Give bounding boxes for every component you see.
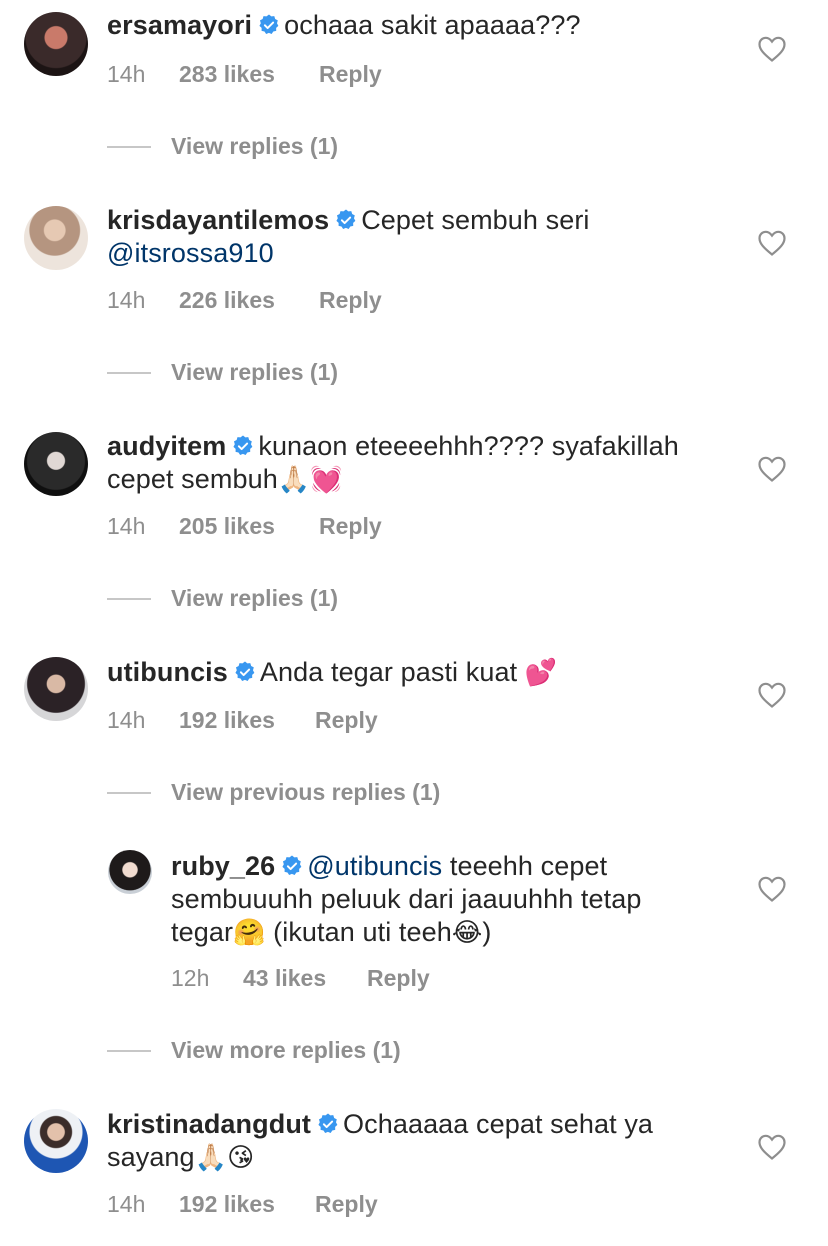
reply-button[interactable]: Reply <box>315 1191 378 1218</box>
reply-button[interactable]: Reply <box>315 707 378 734</box>
comment-meta: 14h 192 likes Reply <box>107 707 378 734</box>
view-replies-label: View replies (1) <box>171 133 339 159</box>
comment-meta: 14h 283 likes Reply <box>107 61 382 88</box>
avatar[interactable] <box>24 657 88 721</box>
heart-icon[interactable] <box>758 1134 786 1160</box>
view-replies-label: View more replies (1) <box>171 1037 401 1063</box>
comment-meta: 14h 205 likes Reply <box>107 513 382 540</box>
username[interactable]: ruby_26 <box>171 851 275 881</box>
timestamp: 14h <box>107 61 146 87</box>
timestamp: 12h <box>171 965 210 991</box>
likes-count[interactable]: 192 likes <box>179 1191 315 1218</box>
comment-text: Cepet sembuh seri <box>361 205 590 235</box>
reply-text-b: sembuuuhh peluuk dari jaauuhhh tetap <box>171 884 642 914</box>
comment-text: ochaaa sakit apaaaa??? <box>284 10 581 40</box>
avatar[interactable] <box>24 12 88 76</box>
timestamp: 14h <box>107 1191 146 1217</box>
username[interactable]: krisdayantilemos <box>107 205 329 235</box>
likes-count[interactable]: 283 likes <box>179 61 319 88</box>
view-previous-replies-button[interactable]: View previous replies (1) <box>107 779 440 806</box>
comment-text-line1: Ochaaaaa cepat sehat ya <box>343 1109 654 1139</box>
view-replies-button[interactable]: View replies (1) <box>107 133 338 160</box>
likes-count[interactable]: 205 likes <box>179 513 319 540</box>
reply-body: ruby_26 @utibuncis teeehh cepet sembuuuhh… <box>171 850 731 950</box>
divider <box>107 791 151 794</box>
username[interactable]: utibuncis <box>107 657 228 687</box>
timestamp: 14h <box>107 513 146 539</box>
comment-text: Anda tegar pasti kuat <box>259 657 518 687</box>
reply-text-c1: tegar <box>171 917 234 947</box>
view-replies-button[interactable]: View replies (1) <box>107 359 338 386</box>
avatar[interactable] <box>24 1109 88 1173</box>
avatar[interactable] <box>24 432 88 496</box>
timestamp: 14h <box>107 707 146 733</box>
heart-icon[interactable] <box>758 456 786 482</box>
likes-count[interactable]: 192 likes <box>179 707 315 734</box>
reply-button[interactable]: Reply <box>319 61 382 88</box>
reply-text-c3: ) <box>482 917 492 947</box>
view-replies-label: View replies (1) <box>171 359 339 385</box>
avatar[interactable] <box>108 850 152 894</box>
comment-text-line2: cepet sembuh <box>107 464 278 494</box>
comment-body: audyitem kunaon eteeeehhh???? syafakillah… <box>107 430 727 497</box>
view-more-replies-button[interactable]: View more replies (1) <box>107 1037 401 1064</box>
reply-button[interactable]: Reply <box>319 287 382 314</box>
reply-button[interactable]: Reply <box>319 513 382 540</box>
verified-icon <box>258 14 280 36</box>
divider <box>107 371 151 374</box>
mention-link[interactable]: @itsrossa910 <box>107 238 274 268</box>
laughing-emoji: 😂 <box>451 918 483 948</box>
reply-meta: 12h 43 likes Reply <box>171 965 430 992</box>
username[interactable]: ersamayori <box>107 10 252 40</box>
view-replies-label: View previous replies (1) <box>171 779 441 805</box>
verified-icon <box>234 661 256 683</box>
likes-count[interactable]: 43 likes <box>243 965 367 992</box>
emoji-prayer-heart: 🙏🏻💓 <box>277 465 343 495</box>
comment-body: ersamayori ochaaa sakit apaaaa??? <box>107 9 727 42</box>
reply-text-c2: (ikutan uti teeh <box>265 917 452 947</box>
username[interactable]: audyitem <box>107 431 226 461</box>
view-replies-button[interactable]: View replies (1) <box>107 585 338 612</box>
verified-icon <box>335 209 357 231</box>
mention-link[interactable]: @utibuncis <box>307 851 442 881</box>
hugging-emoji: 🤗 <box>233 918 266 948</box>
avatar[interactable] <box>24 206 88 270</box>
emoji-prayer-kiss: 🙏🏻😘 <box>194 1143 255 1173</box>
comment-body: utibuncis Anda tegar pasti kuat 💕 <box>107 656 727 690</box>
comment-text-line2: sayang <box>107 1142 195 1172</box>
view-replies-label: View replies (1) <box>171 585 339 611</box>
comment-body: krisdayantilemos Cepet sembuh seri @itsro… <box>107 204 727 270</box>
comment-body: kristinadangdut Ochaaaaa cepat sehat ya s… <box>107 1108 727 1175</box>
divider <box>107 145 151 148</box>
heart-icon[interactable] <box>758 682 786 708</box>
comment-meta: 14h 226 likes Reply <box>107 287 382 314</box>
timestamp: 14h <box>107 287 146 313</box>
comment-text-line1: kunaon eteeeehhh???? syafakillah <box>258 431 679 461</box>
verified-icon <box>281 855 303 877</box>
verified-icon <box>317 1113 339 1135</box>
emoji-hearts: 💕 <box>524 658 558 688</box>
verified-icon <box>232 435 254 457</box>
heart-icon[interactable] <box>758 876 786 902</box>
reply-text-a: teeehh cepet <box>442 851 608 881</box>
comment-meta: 14h 192 likes Reply <box>107 1191 378 1218</box>
divider <box>107 597 151 600</box>
divider <box>107 1049 151 1052</box>
reply-button[interactable]: Reply <box>367 965 430 992</box>
username[interactable]: kristinadangdut <box>107 1109 311 1139</box>
heart-icon[interactable] <box>758 36 786 62</box>
likes-count[interactable]: 226 likes <box>179 287 319 314</box>
heart-icon[interactable] <box>758 230 786 256</box>
